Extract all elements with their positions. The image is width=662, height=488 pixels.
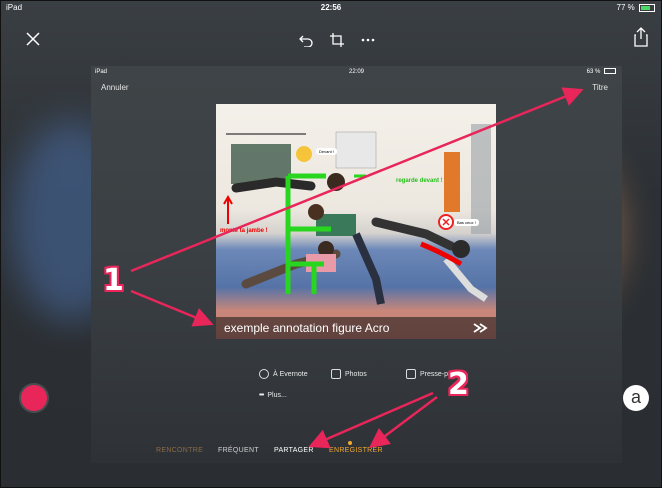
share-label: Photos (345, 370, 367, 378)
tab-label: ENREGISTRER (329, 447, 383, 454)
title-button[interactable]: Titre (592, 80, 608, 96)
share-label: À Evernote (273, 370, 308, 378)
inner-battery-percent: 63 % (586, 69, 601, 75)
tab-label: FRÉQUENT (218, 447, 259, 454)
more-options-icon[interactable] (361, 37, 375, 43)
photos-icon (331, 369, 341, 379)
share-more[interactable]: ••• Plus... (259, 392, 287, 399)
close-icon[interactable] (25, 31, 41, 47)
tab-enregistrer[interactable]: ENREGISTRER (329, 441, 383, 454)
screenshot-frame: iPad 22:56 77 % iPad 22:09 63 % Annuler … (0, 0, 662, 488)
clipboard-icon (406, 369, 416, 379)
tab-label: PARTAGER (274, 447, 314, 454)
tab-label: RENCONTRE (156, 447, 204, 454)
inner-nav-bar: Annuler Titre (91, 80, 622, 96)
annotation-label: Devant ! (316, 148, 337, 155)
callout-number-1: 1 (103, 263, 124, 298)
battery-icon (604, 68, 616, 75)
status-bar: iPad 22:56 77 % (1, 1, 661, 15)
battery-icon (639, 3, 655, 12)
evernote-icon (259, 369, 269, 379)
text-tool-button[interactable]: a (623, 385, 649, 411)
crop-icon[interactable] (330, 33, 344, 47)
more-icon: ••• (259, 392, 264, 399)
bottom-tab-bar: RENCONTRE FRÉQUENT PARTAGER ENREGISTRER (91, 437, 622, 463)
active-tab-dot (348, 441, 352, 445)
chevron-forward-icon[interactable] (472, 322, 488, 334)
annotation-label: monte ta jambe ! (220, 228, 268, 234)
share-icon[interactable] (634, 27, 648, 47)
inner-status-bar: iPad 22:09 63 % (91, 66, 622, 78)
tab-frequent[interactable]: FRÉQUENT (218, 447, 259, 454)
editor-toolbar (1, 25, 661, 53)
inner-screenshot: iPad 22:09 63 % Annuler Titre Devant ! r… (91, 66, 622, 463)
share-label: Plus... (267, 392, 287, 399)
callout-number-2: 2 (448, 367, 469, 402)
cancel-button[interactable]: Annuler (101, 80, 129, 96)
share-evernote[interactable]: À Evernote (259, 369, 308, 379)
inner-clock: 22:09 (348, 69, 364, 75)
annotation-label: Bas ceux ! (454, 219, 479, 226)
tab-partager[interactable]: PARTAGER (274, 447, 314, 454)
inner-battery: 63 % (587, 66, 616, 78)
annotated-photo[interactable]: Devant ! regarde devant ! monte ta jambe… (216, 104, 496, 339)
share-photos[interactable]: Photos (331, 369, 367, 379)
clock: 22:56 (320, 3, 342, 12)
annotation-label: regarde devant ! (396, 178, 443, 184)
photo-caption: exemple annotation figure Acro (224, 321, 390, 335)
undo-icon[interactable] (298, 33, 314, 47)
photo-caption-bar: exemple annotation figure Acro (216, 317, 496, 339)
battery-indicator: 77 % (617, 1, 655, 15)
tab-rencontre[interactable]: RENCONTRE (156, 447, 203, 454)
battery-percent: 77 % (616, 3, 635, 12)
record-button[interactable] (21, 385, 47, 411)
